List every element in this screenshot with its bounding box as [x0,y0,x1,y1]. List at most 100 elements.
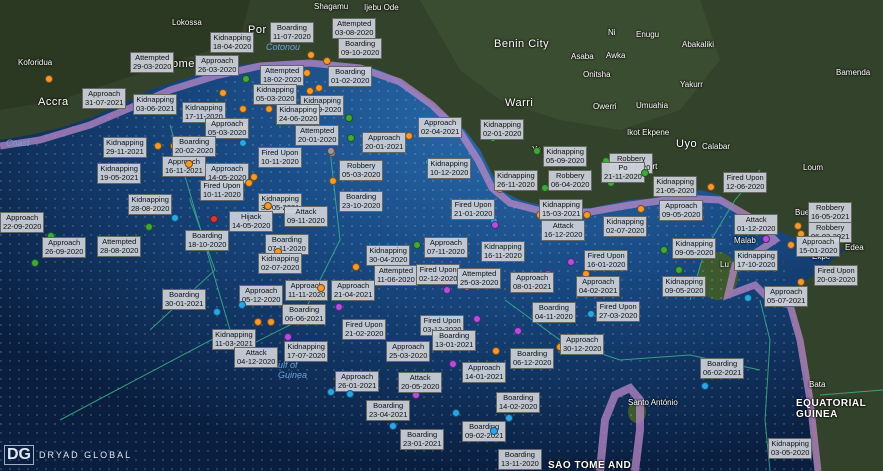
incident-label[interactable]: Kidnapping 24-06-2020 [276,104,321,125]
incident-marker[interactable] [239,105,247,113]
incident-label[interactable]: Kidnapping 10-12-2020 [427,158,472,179]
incident-label[interactable]: Attempted 11-06-2020 [374,265,418,286]
incident-label[interactable]: Fired Upon 02-12-2020 [416,264,461,285]
incident-label[interactable]: Approach 26-03-2020 [195,55,240,76]
incident-marker[interactable] [352,263,360,271]
incident-marker[interactable] [346,390,354,398]
incident-label[interactable]: Approach 04-02-2021 [576,276,621,297]
incident-label[interactable]: Fired Upon 20-03-2020 [814,265,859,286]
incident-label[interactable]: Boarding 30-01-2021 [162,289,207,310]
incident-marker[interactable] [213,308,221,316]
incident-label[interactable]: Kidnapping 30-04-2020 [366,245,411,266]
incident-label[interactable]: Boarding 23-01-2021 [400,429,445,450]
incident-label[interactable]: Attack 01-12-2020 [734,214,779,235]
incident-label[interactable]: Approach 14-01-2021 [462,362,507,383]
incident-label[interactable]: Fired Upon 21-01-2020 [451,199,496,220]
incident-label[interactable]: Attack 04-12-2020 [234,347,279,368]
incident-label[interactable]: Boarding 23-10-2020 [339,191,384,212]
incident-marker[interactable] [31,259,39,267]
incident-label[interactable]: Attempted 29-03-2020 [130,52,175,73]
incident-label[interactable]: Boarding 14-02-2020 [496,392,541,413]
incident-label[interactable]: Approach 09-05-2020 [659,200,704,221]
incident-label[interactable]: Attack 20-05-2020 [398,372,443,393]
incident-label[interactable]: Robbery 16-05-2021 [808,202,853,223]
incident-label[interactable]: Attempted 03-08-2020 [332,18,377,39]
incident-label[interactable]: Boarding 11-07-2020 [270,22,314,43]
incident-marker[interactable] [317,284,325,292]
incident-marker[interactable] [347,134,355,142]
incident-label[interactable]: Approach 20-01-2021 [362,132,407,153]
incident-marker[interactable] [490,427,498,435]
incident-label[interactable]: Approach 08-01-2021 [510,272,555,293]
incident-marker[interactable] [250,173,258,181]
incident-marker[interactable] [345,114,353,122]
incident-label[interactable]: Fired Upon 10-11-2020 [258,147,302,168]
incident-marker[interactable] [660,246,668,254]
incident-label[interactable]: Fired Upon 10-11-2020 [200,180,244,201]
incident-marker[interactable] [335,303,343,311]
incident-label[interactable]: Approach 25-03-2020 [386,341,431,362]
incident-label[interactable]: Approach 15-01-2020 [796,236,841,257]
map-canvas[interactable]: Lokossa Shagamu Ijebu Ode Koforidua Accra Por… [0,0,883,471]
incident-label[interactable]: Boarding 04-11-2020 [532,302,576,323]
incident-marker[interactable] [145,223,153,231]
incident-label[interactable]: Approach 21-04-2021 [331,280,376,301]
incident-label[interactable]: Boarding 09-02-2021 [462,421,507,442]
incident-marker[interactable] [329,177,337,185]
incident-marker[interactable] [238,301,246,309]
incident-label[interactable]: Boarding 09-10-2020 [338,38,383,59]
incident-marker[interactable] [239,139,247,147]
incident-label[interactable]: Approach 02-04-2021 [418,117,463,138]
incident-label[interactable]: Kidnapping 18-04-2020 [210,32,255,53]
incident-label[interactable]: Boarding 06-06-2021 [282,304,327,325]
incident-label[interactable]: Robbery 05-03-2020 [339,160,384,181]
incident-label[interactable]: Kidnapping 03-05-2020 [768,438,813,459]
incident-marker[interactable] [744,294,752,302]
incident-label[interactable]: Approach 30-12-2020 [560,334,605,355]
incident-marker[interactable] [323,57,331,65]
incident-label[interactable]: Fired Upon 12-06-2020 [723,172,768,193]
incident-label[interactable]: Approach 26-09-2020 [42,237,87,258]
incident-marker[interactable] [641,169,649,177]
incident-label[interactable]: Approach 31-07-2021 [82,88,127,109]
incident-marker[interactable] [492,347,500,355]
incident-label[interactable]: Kidnapping 21-05-2020 [653,176,698,197]
incident-label[interactable]: Kidnapping 09-05-2020 [662,276,707,297]
incident-marker[interactable] [307,51,315,59]
incident-marker[interactable] [452,409,460,417]
incident-label[interactable]: Kidnapping 02-07-2020 [603,216,648,237]
incident-label[interactable]: Attack 09-11-2020 [284,206,328,227]
incident-marker[interactable] [567,258,575,266]
incident-label[interactable]: Approach 05-07-2021 [764,286,809,307]
incident-label[interactable]: Kidnapping 09-05-2020 [672,238,717,259]
incident-marker[interactable] [583,211,591,219]
incident-marker[interactable] [389,422,397,430]
incident-marker[interactable] [315,84,323,92]
incident-label[interactable]: Attempted 18-02-2020 [260,65,305,86]
incident-marker[interactable] [264,202,272,210]
incident-marker[interactable] [254,318,262,326]
incident-label[interactable]: Po 21-11-2020 [601,162,645,183]
incident-label[interactable]: Attempted 20-01-2020 [295,125,340,146]
incident-marker[interactable] [210,215,218,223]
incident-marker[interactable] [637,205,645,213]
incident-label[interactable]: Kidnapping 28-08-2020 [128,194,173,215]
incident-label[interactable]: Attempted 28-08-2020 [97,236,142,257]
incident-marker[interactable] [449,360,457,368]
incident-label[interactable]: Kidnapping 17-10-2020 [734,250,779,271]
incident-marker[interactable] [587,310,595,318]
incident-marker[interactable] [185,160,193,168]
incident-marker[interactable] [154,142,162,150]
incident-label[interactable]: Kidnapping 26-11-2020 [494,170,538,191]
incident-label[interactable]: Fired Upon 27-03-2020 [596,301,641,322]
incident-label[interactable]: Attack 16-12-2020 [541,220,586,241]
incident-marker[interactable] [533,147,541,155]
incident-marker[interactable] [327,147,335,155]
incident-marker[interactable] [787,241,795,249]
incident-label[interactable]: Boarding 18-10-2020 [185,230,230,251]
incident-label[interactable]: Approach 22-09-2020 [0,212,45,233]
incident-label[interactable]: Fired Upon 16-01-2020 [584,250,629,271]
incident-marker[interactable] [491,221,499,229]
incident-marker[interactable] [413,241,421,249]
incident-marker[interactable] [327,388,335,396]
